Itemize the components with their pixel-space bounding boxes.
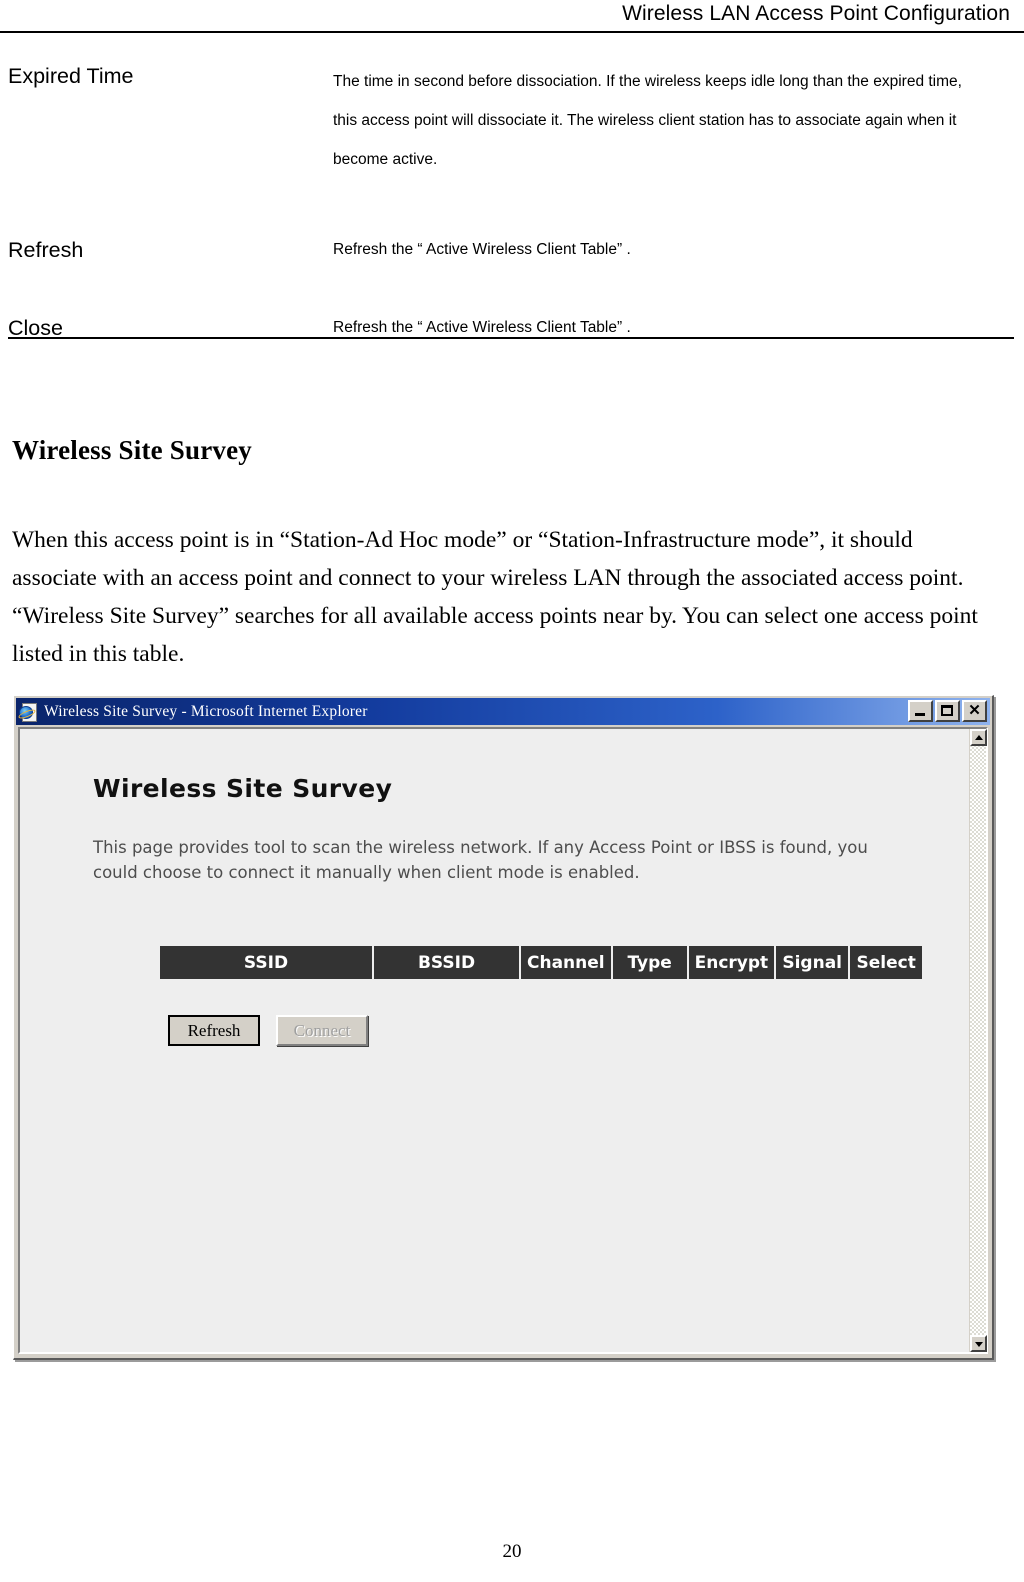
window-title-bar[interactable]: Wireless Site Survey - Microsoft Interne… [16, 698, 990, 725]
section-paragraph: When this access point is in “Station-Ad… [12, 526, 978, 667]
column-header-ssid: SSID [160, 946, 372, 979]
column-header-signal: Signal [776, 946, 849, 979]
definition-description: The time in second before dissociation. … [333, 73, 962, 168]
column-header-channel: Channel [521, 946, 611, 979]
table-header-row: SSID BSSID Channel Type Encrypt Signal S… [160, 946, 923, 979]
minimize-icon [915, 713, 925, 716]
running-header: Wireless LAN Access Point Configuration [0, 0, 1024, 34]
close-button[interactable]: ✕ [962, 700, 987, 722]
column-header-encrypt: Encrypt [688, 946, 775, 979]
web-page-content: Wireless Site Survey This page provides … [20, 729, 969, 1352]
internet-explorer-icon [19, 702, 37, 722]
section-heading: Wireless Site Survey [12, 435, 252, 466]
column-header-bssid: BSSID [374, 946, 519, 979]
close-icon: ✕ [968, 702, 981, 719]
column-header-type: Type [612, 946, 687, 979]
window-client-area: Wireless Site Survey This page provides … [18, 727, 988, 1354]
header-divider [0, 31, 1024, 33]
page-description: This page provides tool to scan the wire… [93, 838, 868, 882]
page-number: 20 [502, 1541, 522, 1562]
connect-button[interactable]: Connect [276, 1015, 368, 1046]
window-title-text: Wireless Site Survey - Microsoft Interne… [44, 702, 368, 720]
site-survey-table: SSID BSSID Channel Type Encrypt Signal S… [158, 946, 924, 979]
window-controls: ✕ [908, 700, 987, 722]
maximize-icon [941, 705, 953, 716]
page-title: Wireless Site Survey [93, 774, 393, 803]
maximize-button[interactable] [935, 700, 960, 722]
browser-window: Wireless Site Survey - Microsoft Interne… [13, 695, 994, 1360]
scroll-down-button[interactable] [970, 1335, 987, 1352]
definition-table: Expired Time The time in second before d… [8, 62, 1014, 342]
definition-term: Refresh [8, 238, 84, 262]
scroll-up-button[interactable] [970, 729, 987, 746]
vertical-scrollbar[interactable] [969, 729, 987, 1352]
action-button-bar: Refresh Connect [168, 1015, 368, 1046]
definition-row-expired-time: Expired Time The time in second before d… [8, 62, 1014, 179]
definition-description: Refresh the “ Active Wireless Client Tab… [333, 241, 631, 258]
definition-term: Expired Time [8, 64, 134, 88]
running-header-title: Wireless LAN Access Point Configuration [622, 2, 1010, 25]
refresh-button[interactable]: Refresh [168, 1015, 260, 1046]
scroll-down-icon [974, 1341, 983, 1347]
column-header-select: Select [850, 946, 923, 979]
definition-row-refresh: Refresh Refresh the “ Active Wireless Cl… [8, 236, 1014, 264]
definition-table-bottom-divider [8, 337, 1014, 339]
minimize-button[interactable] [908, 700, 933, 722]
scroll-up-icon [974, 734, 983, 740]
